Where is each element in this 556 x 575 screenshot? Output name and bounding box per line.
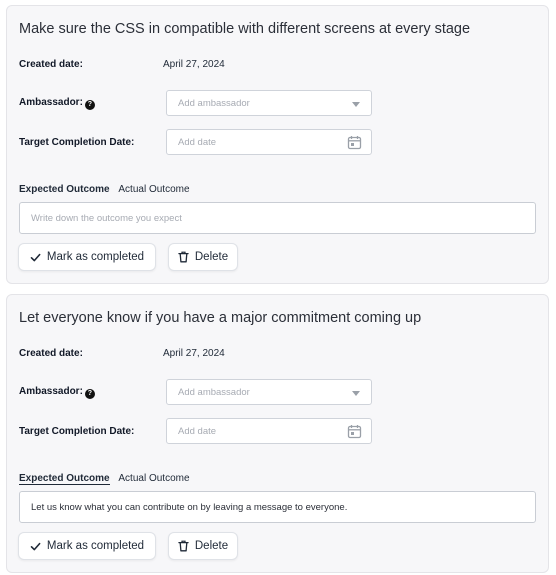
task-card: Make sure the CSS in compatible with dif…: [6, 5, 549, 284]
target-date-input[interactable]: Add date: [166, 129, 372, 155]
ambassador-label-text: Ambassador:: [19, 386, 83, 397]
mark-completed-label: Mark as completed: [46, 251, 145, 263]
delete-label: Delete: [194, 540, 229, 552]
created-date-label: Created date:: [19, 348, 83, 359]
trash-icon: [178, 540, 189, 552]
question-circle-icon[interactable]: ?: [84, 389, 95, 399]
calendar-icon[interactable]: [347, 135, 362, 150]
task-title: Let everyone know if you have a major co…: [19, 310, 422, 326]
target-date-placeholder: Add date: [178, 137, 217, 148]
tab-expected-outcome[interactable]: Expected Outcome: [19, 473, 110, 485]
outcome-tabs: Expected Outcome Actual Outcome: [19, 473, 196, 485]
ambassador-placeholder: Add ambassador: [178, 98, 250, 109]
created-date-value: April 27, 2024: [163, 59, 225, 70]
mark-completed-button[interactable]: Mark as completed: [18, 243, 156, 271]
check-icon: [30, 253, 41, 261]
ambassador-label-text: Ambassador:: [19, 97, 83, 108]
delete-button[interactable]: Delete: [168, 532, 238, 560]
created-date-value: April 27, 2024: [163, 348, 225, 359]
trash-icon: [178, 251, 189, 263]
ambassador-placeholder: Add ambassador: [178, 387, 250, 398]
outcome-tabs: Expected Outcome Actual Outcome: [19, 184, 196, 195]
outcome-value: Let us know what you can contribute on b…: [31, 502, 348, 513]
outcome-input[interactable]: Write down the outcome you expect: [19, 202, 536, 234]
outcome-placeholder: Write down the outcome you expect: [31, 213, 182, 224]
check-icon: [30, 542, 41, 550]
delete-button[interactable]: Delete: [168, 243, 238, 271]
ambassador-select[interactable]: Add ambassador: [166, 90, 372, 116]
task-title: Make sure the CSS in compatible with dif…: [19, 21, 471, 37]
ambassador-label: Ambassador:?: [19, 97, 95, 110]
target-date-label: Target Completion Date:: [19, 137, 135, 148]
tab-expected-outcome[interactable]: Expected Outcome: [19, 184, 110, 195]
mark-completed-label: Mark as completed: [46, 540, 145, 552]
delete-label: Delete: [194, 251, 229, 263]
tab-actual-outcome[interactable]: Actual Outcome: [118, 184, 189, 195]
created-date-label: Created date:: [19, 59, 83, 70]
ambassador-label: Ambassador:?: [19, 386, 95, 399]
chevron-down-icon: [352, 391, 360, 396]
outcome-input[interactable]: Let us know what you can contribute on b…: [19, 491, 536, 523]
tab-actual-outcome[interactable]: Actual Outcome: [118, 473, 189, 484]
question-circle-icon[interactable]: ?: [84, 100, 95, 110]
mark-completed-button[interactable]: Mark as completed: [18, 532, 156, 560]
target-date-input[interactable]: Add date: [166, 418, 372, 444]
ambassador-select[interactable]: Add ambassador: [166, 379, 372, 405]
chevron-down-icon: [352, 102, 360, 107]
task-card: Let everyone know if you have a major co…: [6, 294, 549, 573]
target-date-placeholder: Add date: [178, 426, 217, 437]
target-date-label: Target Completion Date:: [19, 426, 135, 437]
calendar-icon[interactable]: [347, 424, 362, 439]
